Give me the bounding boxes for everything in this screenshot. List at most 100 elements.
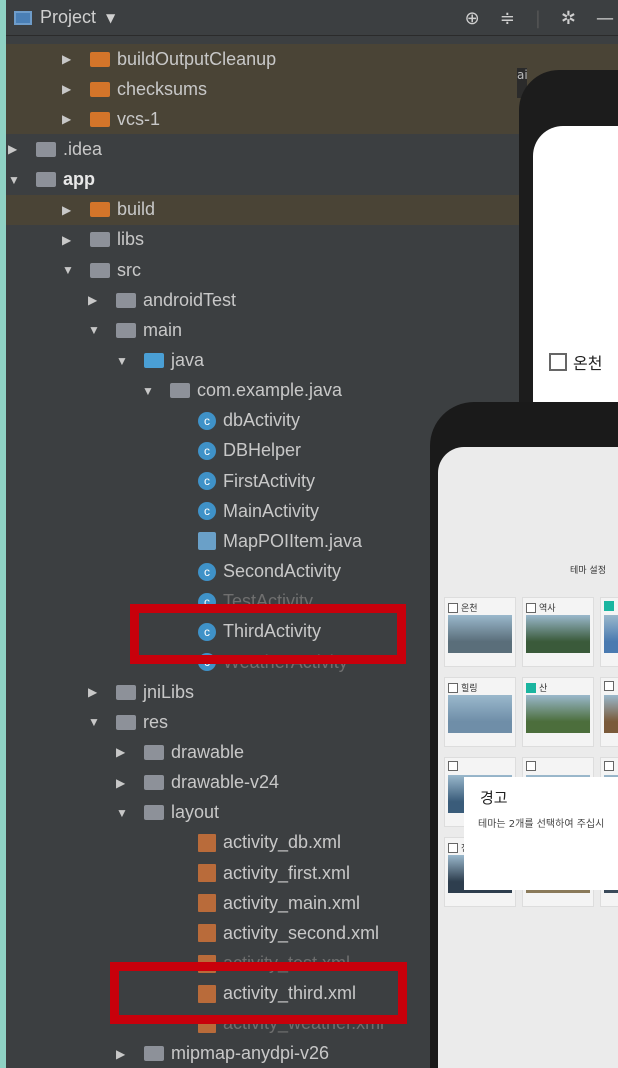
project-view-label[interactable]: Project bbox=[40, 7, 96, 28]
tree-item-label: libs bbox=[117, 229, 145, 250]
theme-checkbox-onsen[interactable]: 온천 bbox=[549, 350, 602, 374]
expand-arrow-right-icon[interactable]: ▶ bbox=[62, 52, 76, 66]
tree-item-label: drawable-v24 bbox=[171, 772, 280, 793]
expand-arrow-right-icon[interactable]: ▶ bbox=[116, 776, 130, 790]
tree-item-label: jniLibs bbox=[143, 681, 195, 702]
tree-item-label: build bbox=[117, 199, 156, 220]
checkbox-icon[interactable] bbox=[604, 761, 614, 771]
theme-label: 온천 bbox=[461, 604, 478, 614]
project-view-icon bbox=[14, 10, 32, 25]
expand-arrow-right-icon[interactable]: ▶ bbox=[62, 112, 76, 126]
expand-arrow-down-icon[interactable]: ▼ bbox=[62, 263, 76, 277]
checkbox-icon[interactable] bbox=[549, 353, 567, 371]
expand-arrow-down-icon[interactable]: ▼ bbox=[88, 715, 102, 729]
theme-photo bbox=[526, 695, 590, 733]
folder-icon bbox=[144, 805, 164, 821]
theme-checkbox[interactable]: 역사 bbox=[526, 601, 556, 614]
tree-item-label: activity_main.xml bbox=[223, 892, 361, 913]
expand-arrow-down-icon[interactable]: ▼ bbox=[142, 384, 156, 398]
checkbox-icon[interactable] bbox=[604, 681, 614, 691]
folder-orange-icon bbox=[90, 51, 110, 67]
theme-tile[interactable]: 온천 bbox=[444, 597, 516, 667]
red-highlight-activity-third-xml bbox=[110, 962, 407, 1024]
tree-item-label: dbActivity bbox=[223, 410, 301, 431]
folder-orange-icon bbox=[90, 81, 110, 97]
collapse-all-icon[interactable]: ≑ bbox=[500, 8, 515, 29]
theme-photo bbox=[448, 615, 512, 653]
expand-arrow-right-icon[interactable]: ▶ bbox=[8, 142, 22, 156]
checkbox-checked-icon[interactable] bbox=[604, 601, 614, 611]
checkbox-icon[interactable] bbox=[448, 761, 458, 771]
package-icon bbox=[170, 383, 190, 399]
checkbox-checked-icon[interactable] bbox=[526, 682, 536, 693]
checkbox-icon[interactable] bbox=[526, 761, 536, 771]
expand-arrow-right-icon[interactable]: ▶ bbox=[62, 233, 76, 247]
expand-arrow-right-icon[interactable]: ▶ bbox=[62, 82, 76, 96]
folder-blue-icon bbox=[144, 353, 164, 368]
toolbar-actions: ⊕ ≑ | ✲ — bbox=[464, 7, 614, 29]
theme-tile[interactable]: 힐링 bbox=[444, 677, 516, 747]
class-icon: c bbox=[198, 562, 216, 581]
expand-arrow-right-icon[interactable]: ▶ bbox=[116, 745, 130, 759]
theme-photo bbox=[604, 615, 618, 653]
theme-checkbox[interactable]: 온천 bbox=[448, 601, 478, 614]
expand-arrow-right-icon[interactable]: ▶ bbox=[116, 1047, 130, 1061]
expand-arrow-down-icon[interactable]: ▼ bbox=[116, 806, 130, 820]
project-toolbar: Project ▼ ⊕ ≑ | ✲ — bbox=[6, 0, 618, 36]
tree-item-label: res bbox=[143, 711, 169, 732]
tree-item-label: checksums bbox=[117, 78, 208, 99]
tree-item-label: DBHelper bbox=[223, 440, 302, 461]
theme-checkbox[interactable]: 힐링 bbox=[448, 681, 478, 694]
folder-icon bbox=[116, 322, 136, 338]
class-icon: c bbox=[198, 411, 216, 430]
expand-arrow-down-icon[interactable]: ▼ bbox=[8, 173, 22, 187]
theme-checkbox[interactable]: 산 bbox=[526, 681, 547, 694]
tree-item-label: .idea bbox=[63, 138, 103, 159]
dialog-title: 경고 bbox=[480, 789, 508, 807]
chevron-down-icon[interactable]: ▼ bbox=[106, 11, 115, 25]
expand-arrow-down-icon[interactable]: ▼ bbox=[116, 354, 130, 368]
theme-tile[interactable] bbox=[600, 677, 618, 747]
tree-item-label: mipmap-anydpi-v26 bbox=[171, 1043, 330, 1064]
alert-dialog: 경고 테마는 2개를 선택하여 주십시 bbox=[464, 777, 618, 890]
tree-item-label: FirstActivity bbox=[223, 470, 315, 491]
folder-icon bbox=[116, 292, 136, 308]
folder-orange-icon bbox=[90, 111, 110, 127]
theme-label: 역사 bbox=[539, 604, 556, 614]
emulator-phone-back: 온천 bbox=[519, 70, 618, 416]
folder-icon bbox=[90, 232, 110, 248]
checkbox-icon[interactable] bbox=[448, 602, 458, 613]
phone-screen: 테마 설정 온천역사힐링산전망대식물원 경고 테마는 2개를 선택하여 주십시 bbox=[438, 447, 618, 1068]
theme-checkbox[interactable] bbox=[448, 761, 461, 771]
theme-tile[interactable] bbox=[600, 597, 618, 667]
emulator-phone-front: 테마 설정 온천역사힐링산전망대식물원 경고 테마는 2개를 선택하여 주십시 bbox=[430, 402, 618, 1068]
theme-checkbox[interactable] bbox=[604, 761, 617, 771]
tree-item-label: buildOutputCleanup bbox=[117, 48, 277, 69]
expand-arrow-down-icon[interactable]: ▼ bbox=[88, 323, 102, 337]
expand-arrow-right-icon[interactable]: ▶ bbox=[62, 203, 76, 217]
checkbox-icon[interactable] bbox=[526, 602, 536, 613]
tree-item-label: MapPOIItem.java bbox=[223, 530, 363, 551]
theme-checkbox[interactable] bbox=[604, 601, 617, 611]
red-highlight-thirdactivity bbox=[130, 604, 406, 664]
checkbox-icon[interactable] bbox=[448, 842, 458, 853]
theme-tile[interactable]: 역사 bbox=[522, 597, 594, 667]
tree-item-label: drawable bbox=[171, 741, 245, 762]
folder-icon bbox=[36, 141, 56, 157]
tree-item-label: java bbox=[171, 350, 205, 370]
checkbox-icon[interactable] bbox=[448, 682, 458, 693]
dialog-message: 테마는 2개를 선택하여 주십시 bbox=[478, 819, 605, 830]
tree-item-label: layout bbox=[171, 802, 220, 823]
expand-arrow-right-icon[interactable]: ▶ bbox=[88, 685, 102, 699]
folder-orange-icon bbox=[90, 202, 110, 218]
theme-photo bbox=[526, 615, 590, 653]
gear-icon[interactable]: ✲ bbox=[561, 8, 576, 29]
tree-item-label: com.example.java bbox=[197, 380, 343, 401]
theme-label: 산 bbox=[539, 684, 548, 694]
expand-arrow-right-icon[interactable]: ▶ bbox=[88, 293, 102, 307]
minimize-icon[interactable]: — bbox=[596, 8, 614, 29]
theme-checkbox[interactable] bbox=[526, 761, 539, 771]
theme-tile[interactable]: 산 bbox=[522, 677, 594, 747]
theme-checkbox[interactable] bbox=[604, 681, 617, 691]
locate-target-icon[interactable]: ⊕ bbox=[465, 8, 480, 29]
